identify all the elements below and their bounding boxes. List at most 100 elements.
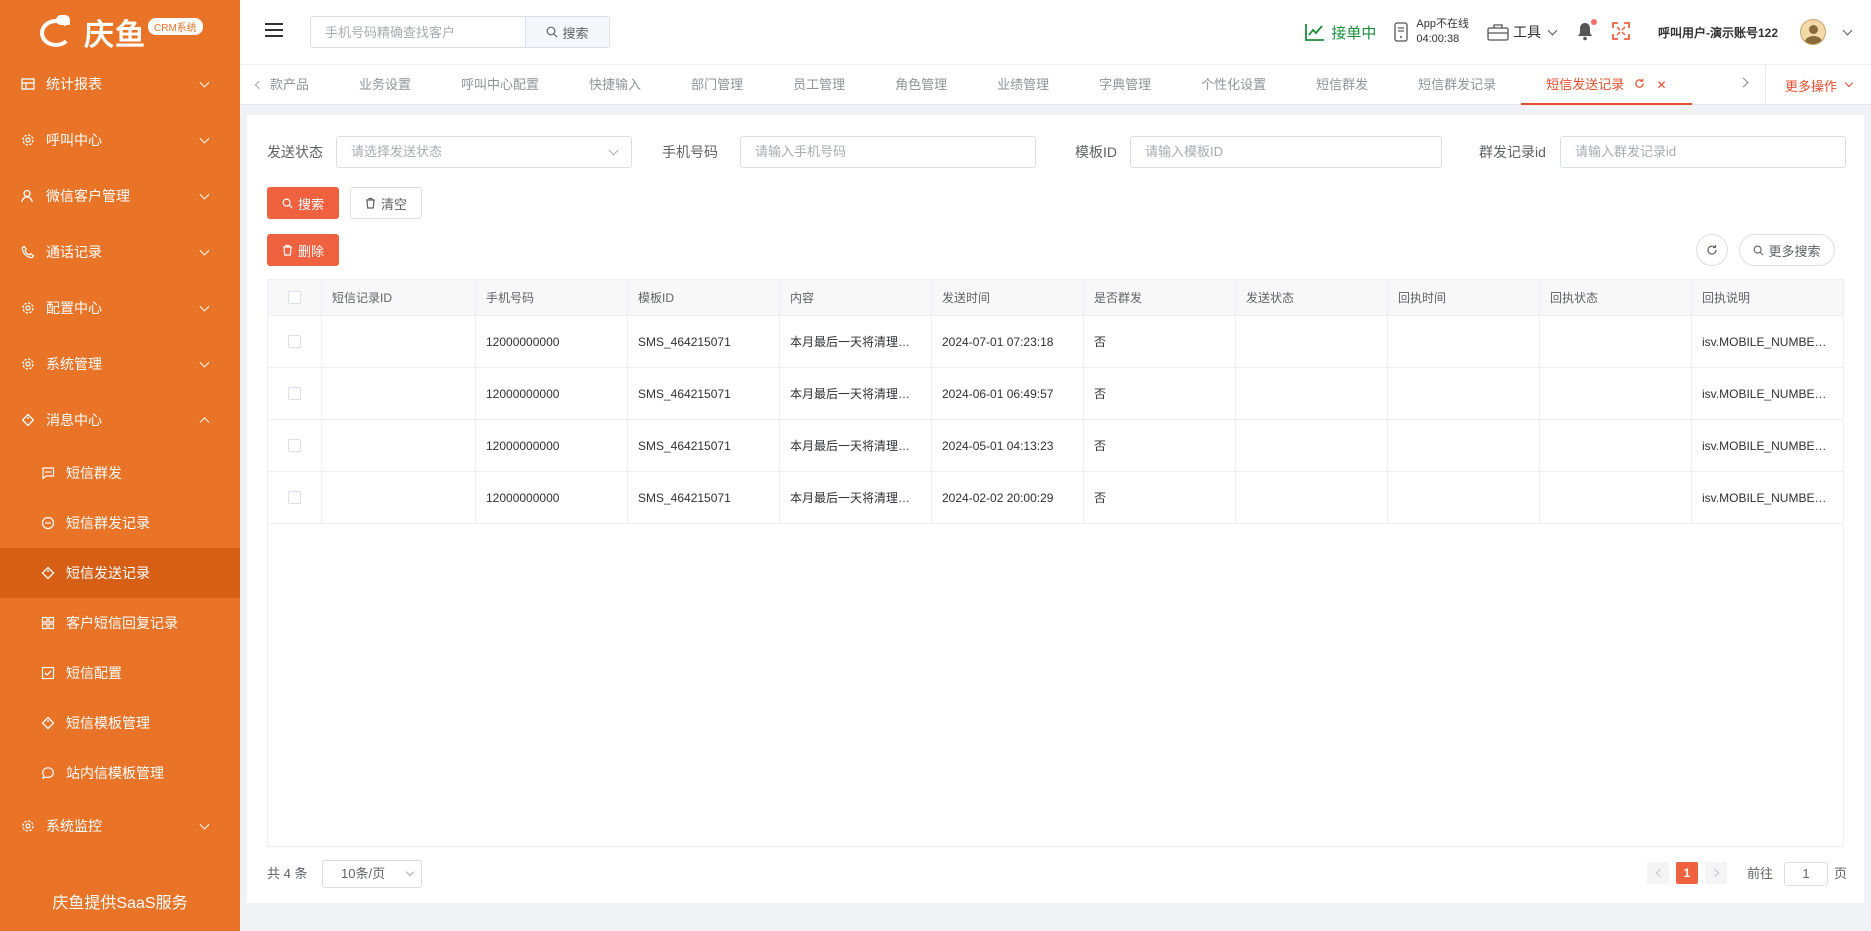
chevron-down-icon: [199, 357, 210, 368]
tab-performance[interactable]: 业绩管理: [972, 65, 1074, 105]
sidebar-item-sms-send-records[interactable]: 短信发送记录: [0, 548, 240, 598]
current-page[interactable]: 1: [1676, 862, 1698, 884]
col-content[interactable]: 内容: [780, 280, 932, 315]
fullscreen-toggle[interactable]: [1612, 21, 1630, 43]
customer-search-input[interactable]: [311, 17, 525, 47]
header-right: 接单中 App不在线 04:00:38 工具 呼叫用户-演示账号122: [1305, 0, 1871, 64]
tab-sms-broadcast[interactable]: 短信群发: [1291, 65, 1393, 105]
receiving-status[interactable]: 接单中: [1305, 22, 1376, 43]
select-all-cell: [268, 280, 322, 315]
col-send-status[interactable]: 发送状态: [1236, 280, 1388, 315]
close-icon[interactable]: ✕: [1656, 78, 1666, 92]
page-size-select[interactable]: 10条/页: [322, 860, 422, 888]
row-checkbox[interactable]: [288, 439, 301, 452]
more-search-button[interactable]: 更多搜索: [1739, 234, 1835, 266]
cell-content-wrap: 本月最后一天将清理…: [780, 472, 932, 523]
search-button[interactable]: 搜索: [267, 187, 339, 219]
menu-message-center[interactable]: 消息中心: [0, 392, 240, 448]
delete-button[interactable]: 删除: [267, 234, 339, 266]
table-row[interactable]: 12000000000 SMS_464215071 本月最后一天将清理… 202…: [268, 316, 1843, 368]
sidebar-item-sms-reply-records[interactable]: 客户短信回复记录: [0, 598, 240, 648]
tab-product[interactable]: 款产品: [270, 65, 334, 105]
tab-sms-send-records[interactable]: 短信发送记录 ✕: [1521, 65, 1692, 105]
tabs-scroll-left-icon[interactable]: [254, 80, 264, 90]
col-receipt-status[interactable]: 回执状态: [1540, 280, 1692, 315]
chat-icon: [40, 465, 56, 481]
col-phone[interactable]: 手机号码: [476, 280, 628, 315]
col-is-group[interactable]: 是否群发: [1084, 280, 1236, 315]
select-all-checkbox[interactable]: [288, 291, 301, 304]
tabs-bar: 款产品 业务设置 呼叫中心配置 快捷输入 部门管理 员工管理 角色管理 业绩管理…: [240, 64, 1871, 105]
cell-content-wrap: 本月最后一天将清理…: [780, 316, 932, 367]
refresh-button[interactable]: [1696, 234, 1728, 266]
sidebar-item-sms-broadcast[interactable]: 短信群发: [0, 448, 240, 498]
chevron-down-icon[interactable]: [1842, 25, 1853, 35]
bubble-icon: [40, 765, 56, 781]
notification-bell[interactable]: [1576, 18, 1597, 44]
cell-is-group: 否: [1084, 316, 1236, 367]
col-receipt-time[interactable]: 回执时间: [1388, 280, 1540, 315]
hamburger-menu-icon[interactable]: [265, 23, 283, 37]
cell-send-status: [1236, 368, 1388, 419]
row-checkbox[interactable]: [288, 387, 301, 400]
phone-input[interactable]: 请输入手机号码: [740, 136, 1036, 168]
sidebar-item-sms-config[interactable]: 短信配置: [0, 648, 240, 698]
next-page-button[interactable]: [1705, 862, 1727, 884]
minus-circle-icon: [40, 515, 56, 531]
col-record-id[interactable]: 短信记录ID: [322, 280, 476, 315]
group-record-id-input[interactable]: 请输入群发记录id: [1560, 136, 1846, 168]
prev-page-button[interactable]: [1647, 862, 1669, 884]
tab-dictionary[interactable]: 字典管理: [1074, 65, 1176, 105]
menu-call-records[interactable]: 通话记录: [0, 224, 240, 280]
menu-wechat-customers[interactable]: 微信客户管理: [0, 168, 240, 224]
table-row[interactable]: 12000000000 SMS_464215071 本月最后一天将清理… 202…: [268, 368, 1843, 420]
clear-button[interactable]: 清空: [350, 187, 422, 219]
goto-page-input[interactable]: 1: [1784, 862, 1828, 886]
tab-sms-broadcast-records[interactable]: 短信群发记录: [1393, 65, 1521, 105]
more-operations-dropdown[interactable]: 更多操作: [1765, 65, 1871, 105]
tab-department[interactable]: 部门管理: [666, 65, 768, 105]
sub-label: 短信群发: [66, 465, 122, 481]
menu-call-center[interactable]: 呼叫中心: [0, 112, 240, 168]
menu-stats-reports[interactable]: 统计报表: [0, 56, 240, 112]
username[interactable]: 呼叫用户-演示账号122: [1658, 24, 1778, 41]
col-template-id[interactable]: 模板ID: [628, 280, 780, 315]
table-header: 短信记录ID 手机号码 模板ID 内容 发送时间 是否群发 发送状态 回执时间 …: [268, 280, 1843, 316]
menu-config-center[interactable]: 配置中心: [0, 280, 240, 336]
tab-business-settings[interactable]: 业务设置: [334, 65, 436, 105]
send-status-select[interactable]: 请选择发送状态: [336, 136, 632, 168]
template-id-input[interactable]: 请输入模板ID: [1130, 136, 1442, 168]
user-icon: [20, 188, 36, 204]
customer-search-button[interactable]: 搜索: [525, 17, 609, 47]
col-receipt-desc[interactable]: 回执说明: [1692, 280, 1843, 315]
menu-system-management[interactable]: 系统管理: [0, 336, 240, 392]
sidebar-item-site-message-templates[interactable]: 站内信模板管理: [0, 748, 240, 798]
cell-record-id: [322, 420, 476, 471]
tabs-scroll-right-icon[interactable]: [1738, 77, 1749, 88]
tools-dropdown[interactable]: 工具: [1487, 22, 1558, 42]
filter-form: 发送状态 请选择发送状态 手机号码 请输入手机号码 模板ID 请输入模板ID 群…: [267, 136, 1847, 168]
row-checkbox[interactable]: [288, 491, 301, 504]
menu-label: 通话记录: [46, 244, 102, 260]
row-checkbox[interactable]: [288, 335, 301, 348]
refresh-icon[interactable]: [1634, 78, 1645, 89]
cell-template-id: SMS_464215071: [628, 420, 780, 471]
goto-prefix: 前往: [1747, 866, 1774, 881]
sidebar: 庆鱼 CRM系统 统计报表 呼叫中心 微信客户管理 通话记录 配置中心 系统管理…: [0, 0, 240, 931]
sidebar-item-sms-broadcast-records[interactable]: 短信群发记录: [0, 498, 240, 548]
tab-quick-input[interactable]: 快捷输入: [564, 65, 666, 105]
tab-personalization[interactable]: 个性化设置: [1176, 65, 1291, 105]
tab-role[interactable]: 角色管理: [870, 65, 972, 105]
cell-receipt-status: [1540, 472, 1692, 523]
menu-system-monitor[interactable]: 系统监控: [0, 798, 240, 854]
col-send-time[interactable]: 发送时间: [932, 280, 1084, 315]
tab-call-center-config[interactable]: 呼叫中心配置: [436, 65, 564, 105]
table-row[interactable]: 12000000000 SMS_464215071 本月最后一天将清理… 202…: [268, 420, 1843, 472]
tab-employee[interactable]: 员工管理: [768, 65, 870, 105]
sidebar-item-sms-templates[interactable]: 短信模板管理: [0, 698, 240, 748]
avatar[interactable]: [1800, 19, 1826, 45]
table-row[interactable]: 12000000000 SMS_464215071 本月最后一天将清理… 202…: [268, 472, 1843, 524]
search-icon: [547, 26, 558, 38]
page-size-value: 10条/页: [341, 866, 386, 881]
menu-label: 配置中心: [46, 300, 102, 316]
